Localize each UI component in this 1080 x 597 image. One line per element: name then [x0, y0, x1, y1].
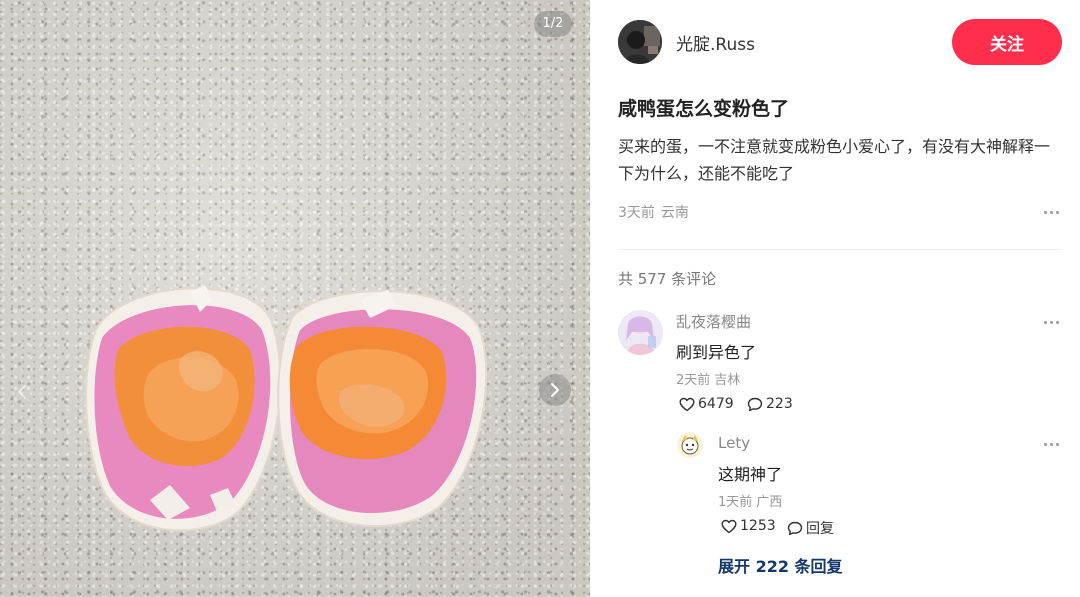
like-count: 6479 — [698, 396, 734, 412]
chevron-left-icon — [18, 385, 26, 399]
left-egg-half — [85, 285, 282, 532]
next-image-button[interactable] — [539, 374, 571, 406]
reply-count: 223 — [766, 396, 793, 412]
reply-more-button[interactable] — [1040, 436, 1062, 452]
more-dot-icon — [1049, 210, 1053, 214]
author-name[interactable]: 光腚.Russ — [676, 30, 755, 55]
avatar-image — [677, 432, 703, 458]
more-dot-icon — [1043, 210, 1047, 214]
comment-count: 共 577 条评论 — [618, 270, 717, 288]
more-dot-icon — [1055, 210, 1059, 214]
reply-like-button[interactable]: 1253 — [721, 518, 776, 534]
more-dot-icon — [1043, 442, 1047, 446]
chevron-right-icon — [551, 383, 559, 397]
reply-text: 这期神了 — [718, 465, 783, 484]
more-dot-icon — [1055, 442, 1059, 446]
image-page-counter: 1/2 — [534, 11, 572, 37]
post-image-viewer[interactable]: 1/2 — [0, 0, 590, 597]
salted-egg-photo — [85, 285, 488, 532]
comment-text: 刷到异色了 — [676, 343, 757, 362]
comment-like-button[interactable]: 6479 — [679, 396, 734, 412]
more-dot-icon — [1049, 442, 1053, 446]
post-title: 咸鸭蛋怎么变粉色了 — [618, 98, 790, 120]
comment-meta: 2天前 吉林 — [676, 369, 740, 388]
comment-time: 2天前 — [676, 373, 711, 388]
post-meta: 3天前 云南 — [618, 202, 689, 222]
reply-meta: 1天前 广西 — [718, 491, 782, 510]
comment-reply-button[interactable]: 223 — [747, 396, 793, 412]
comment-bubble-icon — [747, 397, 763, 411]
right-egg-half — [277, 290, 488, 527]
comment-bubble-icon — [787, 521, 803, 535]
previous-image-button[interactable] — [12, 380, 32, 404]
comment-more-button[interactable] — [1040, 314, 1062, 330]
expand-replies-link[interactable]: 展开 222 条回复 — [718, 553, 843, 577]
follow-button[interactable]: 关注 — [952, 19, 1062, 65]
post-more-button[interactable] — [1040, 204, 1062, 220]
reply-time: 1天前 — [718, 495, 753, 510]
comment-location: 吉林 — [714, 373, 741, 388]
more-dot-icon — [1043, 320, 1047, 324]
post-detail-panel: 光腚.Russ 关注 咸鸭蛋怎么变粉色了 买来的蛋，一不注意就变成粉色小爱心了，… — [590, 0, 1080, 597]
more-dot-icon — [1055, 320, 1059, 324]
post-location: 云南 — [660, 205, 689, 221]
heart-icon — [679, 397, 695, 411]
commenter-avatar[interactable] — [618, 310, 663, 355]
reply-label: 回复 — [806, 521, 834, 537]
post-body: 买来的蛋，一不注意就变成粉色小爱心了，有没有大神解释一下为什么，还能不能吃了 — [618, 137, 1051, 183]
author-avatar[interactable] — [618, 20, 662, 64]
reply-location: 广西 — [756, 495, 783, 510]
avatar-image — [618, 20, 662, 64]
more-dot-icon — [1049, 320, 1053, 324]
reply-avatar[interactable] — [677, 432, 703, 458]
reply-author-name[interactable]: Lety — [718, 434, 750, 452]
heart-icon — [721, 519, 737, 533]
author-info[interactable]: 光腚.Russ — [618, 20, 755, 64]
divider — [618, 249, 1062, 250]
avatar-image — [618, 310, 663, 355]
reply-to-reply-button[interactable]: 回复 — [787, 518, 834, 538]
commenter-name[interactable]: 乱夜落樱曲 — [676, 311, 751, 332]
like-count: 1253 — [740, 518, 776, 534]
post-time: 3天前 — [618, 205, 655, 221]
